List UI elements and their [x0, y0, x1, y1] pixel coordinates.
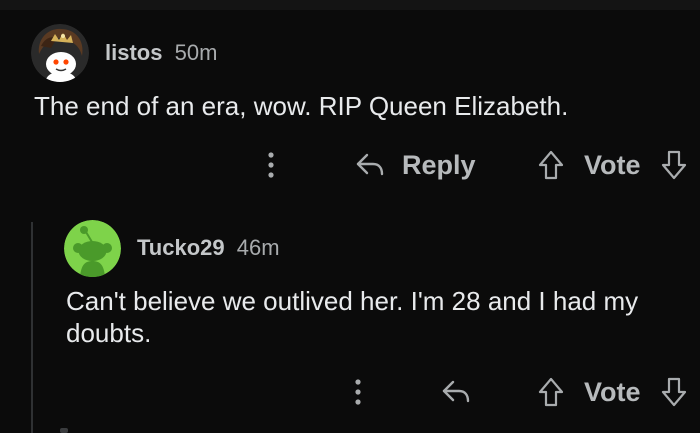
upvote-button[interactable]	[537, 149, 565, 181]
snoo-avatar-icon	[31, 24, 89, 82]
more-options-button[interactable]	[353, 376, 363, 408]
downvote-button[interactable]	[660, 376, 688, 408]
vote-label: Vote	[584, 149, 641, 180]
username[interactable]: Tucko29	[137, 235, 225, 260]
reply-arrow-icon	[442, 380, 470, 403]
timestamp: 50m	[174, 40, 218, 65]
comment-actions: Vote	[0, 372, 700, 412]
reply-arrow-icon	[356, 153, 384, 176]
comment-text: The end of an era, wow. RIP Queen Elizab…	[34, 91, 569, 121]
reply-label: Reply	[402, 149, 476, 180]
upvote-arrow-icon	[538, 377, 564, 407]
downvote-arrow-icon	[661, 150, 687, 180]
upvote-arrow-icon	[538, 150, 564, 180]
snoo-avatar-icon	[64, 220, 121, 277]
username[interactable]: listos	[105, 40, 162, 65]
more-vertical-icon	[355, 379, 361, 405]
vote-label: Vote	[584, 376, 641, 407]
reply-button[interactable]	[441, 379, 471, 405]
more-options-button[interactable]	[266, 149, 276, 181]
downvote-button[interactable]	[660, 149, 688, 181]
next-comment-hint	[60, 428, 68, 433]
avatar[interactable]	[64, 220, 121, 277]
more-vertical-icon	[268, 152, 274, 178]
comment-actions: Reply Vote	[0, 145, 700, 185]
comment-author-line: Tucko29 46m	[137, 235, 280, 261]
timestamp: 46m	[236, 235, 280, 260]
comment-author-line: listos 50m	[105, 40, 217, 66]
comment-thread-background	[0, 10, 700, 433]
reply-button[interactable]: Reply	[355, 150, 476, 181]
upvote-button[interactable]	[537, 376, 565, 408]
downvote-arrow-icon	[661, 377, 687, 407]
top-bar	[0, 0, 700, 10]
avatar[interactable]	[31, 24, 89, 82]
comment-text: Can't believe we outlived her. I'm 28 an…	[66, 286, 639, 348]
